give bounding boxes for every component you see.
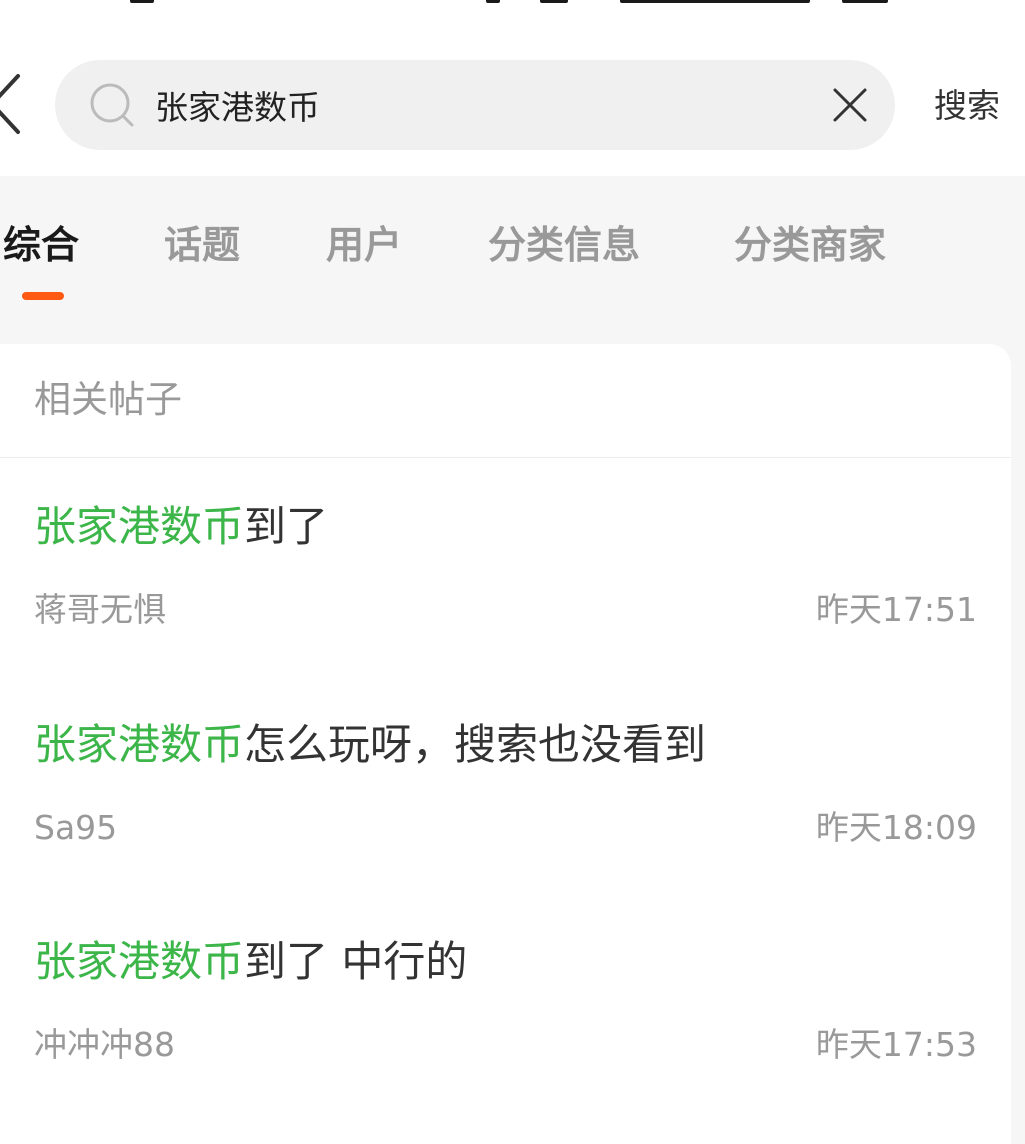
post-title: 张家港数币怎么玩呀，搜索也没看到 <box>34 717 706 773</box>
post-title: 张家港数币到了 中行的 <box>34 934 467 990</box>
post-title-highlight: 张家港数币 <box>34 502 245 551</box>
post-title-highlight: 张家港数币 <box>34 937 245 986</box>
post-item[interactable]: 张家港数币到了 中行的 冲冲冲88 昨天17:53 <box>0 934 1011 1134</box>
post-time: 昨天17:53 <box>815 1025 977 1064</box>
status-bar-fragment <box>620 0 810 3</box>
post-item[interactable]: 张家港数币怎么玩呀，搜索也没看到 Sa95 昨天18:09 <box>0 717 1011 917</box>
post-title-rest: 到了 <box>244 502 329 551</box>
active-tab-indicator <box>22 292 64 300</box>
post-time: 昨天17:51 <box>815 590 977 629</box>
tab-classified-info[interactable]: 分类信息 <box>488 219 640 271</box>
close-icon[interactable] <box>831 86 869 124</box>
post-item[interactable]: 张家港数币到了 蒋哥无惧 昨天17:51 <box>0 499 1011 699</box>
status-bar-fragment <box>130 0 154 3</box>
search-icon <box>90 83 134 127</box>
status-bar-fragment <box>486 0 500 3</box>
post-author: 蒋哥无惧 <box>34 590 166 629</box>
search-input[interactable] <box>155 60 795 150</box>
tab-topics[interactable]: 话题 <box>164 219 240 271</box>
status-bar-fragment <box>842 0 888 3</box>
post-author: 冲冲冲88 <box>34 1025 175 1064</box>
post-title: 张家港数币到了 <box>34 499 328 555</box>
post-title-rest: 到了 中行的 <box>244 937 468 986</box>
tab-comprehensive[interactable]: 综合 <box>3 219 79 271</box>
chevron-left-icon <box>0 74 20 134</box>
section-title: 相关帖子 <box>34 378 182 421</box>
divider <box>0 457 1011 458</box>
post-title-highlight: 张家港数币 <box>34 720 245 769</box>
back-button[interactable] <box>0 72 26 136</box>
status-bar-fragment <box>540 0 568 3</box>
post-title-rest: 怎么玩呀，搜索也没看到 <box>244 720 707 769</box>
tab-classified-merchants[interactable]: 分类商家 <box>734 219 886 271</box>
tab-users[interactable]: 用户 <box>326 219 402 271</box>
results-card: 相关帖子 张家港数币到了 蒋哥无惧 昨天17:51 张家港数币怎么玩呀，搜索也没… <box>0 344 1011 1144</box>
post-author: Sa95 <box>34 808 118 847</box>
search-submit-button[interactable]: 搜索 <box>934 84 1000 128</box>
top-bar: 搜索 <box>0 0 1025 176</box>
search-bar[interactable] <box>55 60 895 150</box>
post-time: 昨天18:09 <box>815 808 977 847</box>
